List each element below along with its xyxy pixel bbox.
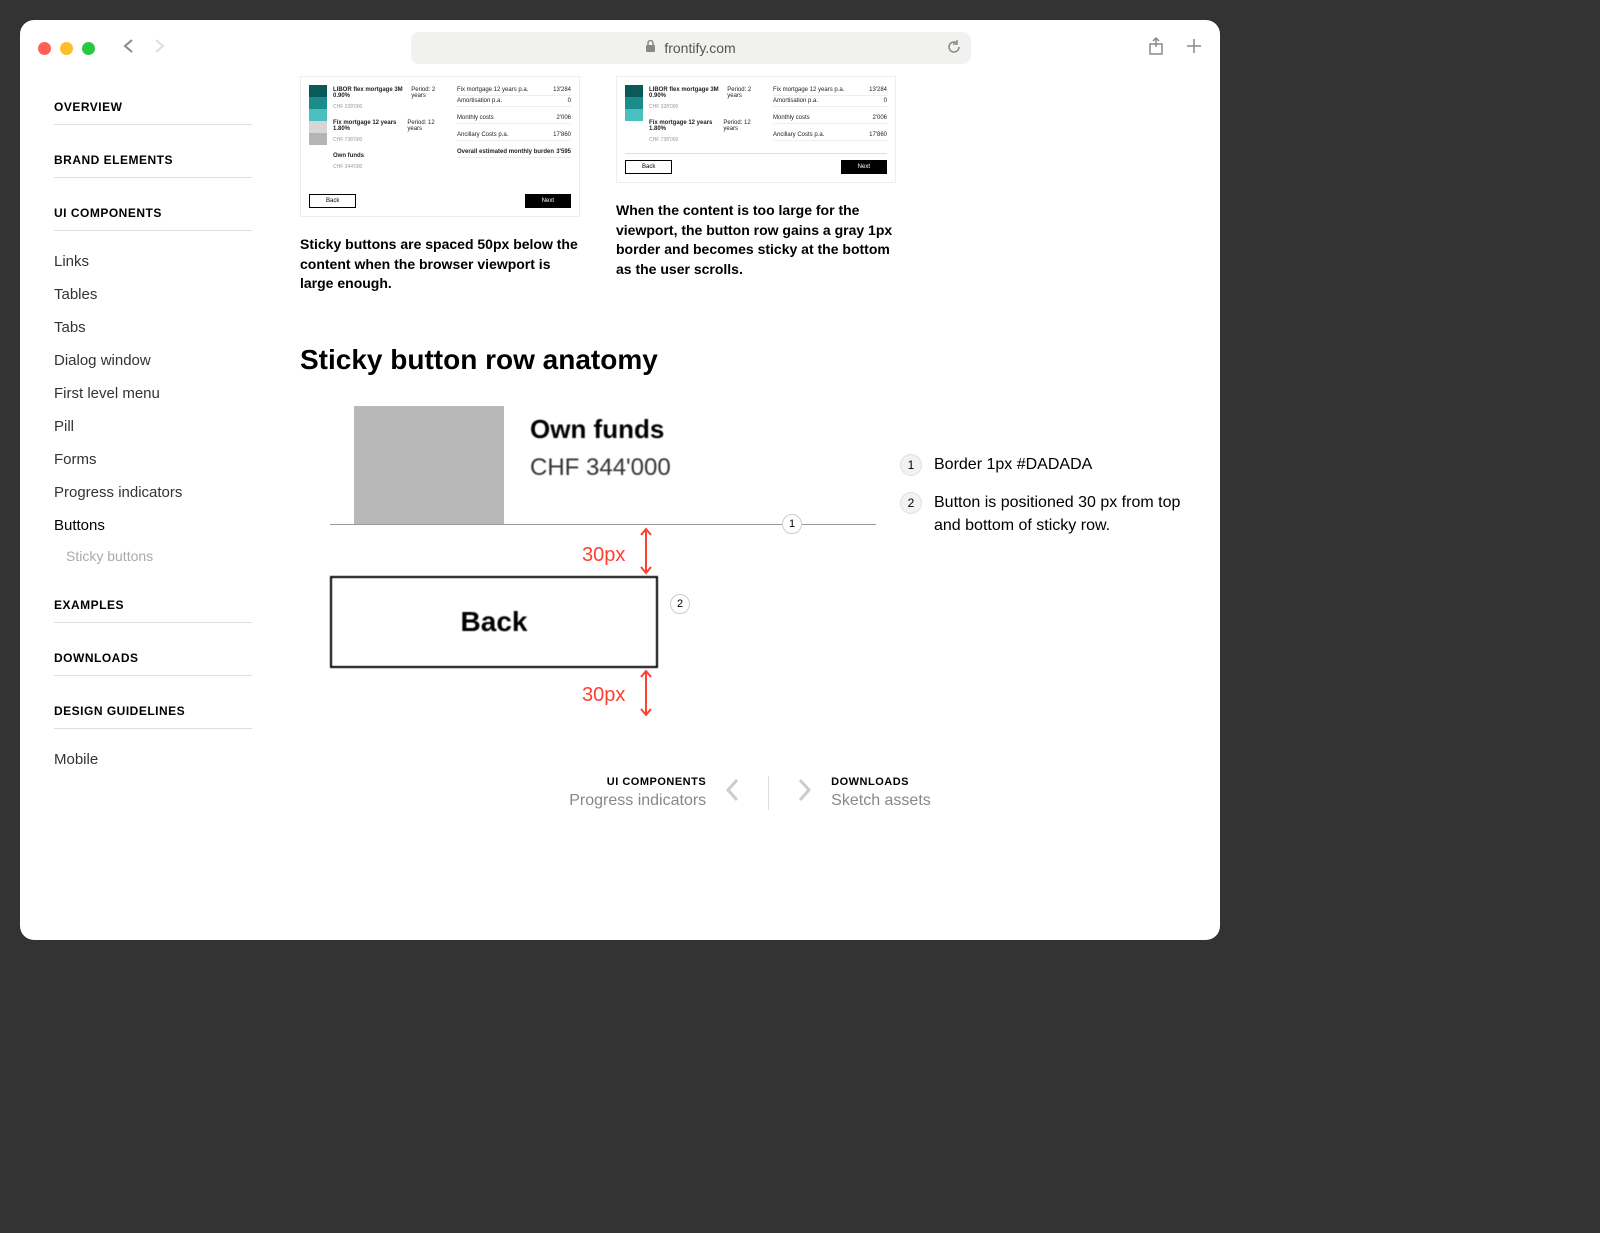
legend-num-2: 2 (900, 492, 922, 514)
row-label: Own funds (333, 153, 364, 159)
row-label: Fix mortgage 12 years 1.80% (333, 120, 407, 132)
example-card-2: LIBOR flex mortgage 3M 0.90%Period: 2 ye… (616, 76, 896, 183)
r-label: Monthly costs (457, 115, 494, 121)
legend-text-1: Border 1px #DADADA (934, 454, 1092, 476)
pager: UI COMPONENTS Progress indicators DOWNLO… (300, 776, 1200, 810)
r-val: 3'595 (556, 149, 571, 155)
legend-text-2: Button is positioned 30 px from top and … (934, 492, 1200, 537)
example-card-1: LIBOR flex mortgage 3M 0.90%Period: 2 ye… (300, 76, 580, 217)
lock-icon (645, 40, 656, 56)
sidebar-section-design-guidelines[interactable]: DESIGN GUIDELINES (54, 704, 252, 729)
traffic-lights (38, 42, 95, 55)
pager-prev[interactable]: UI COMPONENTS Progress indicators (541, 776, 769, 810)
maximize-window-button[interactable] (82, 42, 95, 55)
row-sub: CHF 328'000 (333, 104, 447, 110)
browser-window: frontify.com OVERVIEW BRAND ELEMENTS UI … (20, 20, 1220, 940)
row-meta: Period: 12 years (723, 120, 763, 132)
share-icon[interactable] (1148, 37, 1164, 60)
minimize-window-button[interactable] (60, 42, 73, 55)
row-label: LIBOR flex mortgage 3M 0.90% (333, 87, 411, 99)
row-label: Fix mortgage 12 years 1.80% (649, 120, 723, 132)
legend-num-1: 1 (900, 454, 922, 476)
row-sub: CHF 738'000 (649, 137, 763, 143)
close-window-button[interactable] (38, 42, 51, 55)
sidebar-section-overview[interactable]: OVERVIEW (54, 100, 252, 125)
sidebar-item-tabs[interactable]: Tabs (54, 311, 252, 344)
r-val: 13'284 (869, 87, 887, 93)
anatomy-back-button: Back (330, 576, 658, 668)
back-icon[interactable] (121, 38, 137, 59)
sidebar-item-forms[interactable]: Forms (54, 443, 252, 476)
r-val: 0 (884, 98, 887, 104)
sidebar-item-links[interactable]: Links (54, 245, 252, 278)
grey-block (354, 406, 504, 524)
chevron-right-icon (797, 777, 813, 808)
r-val: 17'860 (869, 132, 887, 138)
browser-chrome: frontify.com (20, 20, 1220, 76)
row-label: LIBOR flex mortgage 3M 0.90% (649, 87, 727, 99)
r-val: 13'284 (553, 87, 571, 93)
r-label: Fix mortgage 12 years p.a. (457, 87, 528, 93)
nav-buttons (121, 38, 167, 59)
own-funds-value: CHF 344'000 (530, 454, 671, 482)
anatomy-diagram: Own funds CHF 344'000 1 30px Back 2 30px (330, 406, 1200, 716)
sidebar-section-brand-elements[interactable]: BRAND ELEMENTS (54, 153, 252, 178)
pager-prev-name: Progress indicators (569, 792, 706, 810)
callout-badge-2: 2 (670, 594, 690, 614)
pager-next[interactable]: DOWNLOADS Sketch assets (769, 776, 959, 810)
r-label: Amortisation p.a. (773, 98, 818, 104)
dimension-bottom: 30px (582, 684, 625, 707)
row-sub: CHF 738'000 (333, 137, 447, 143)
sidebar-section-downloads[interactable]: DOWNLOADS (54, 651, 252, 676)
address-bar[interactable]: frontify.com (411, 32, 971, 64)
examples-row: LIBOR flex mortgage 3M 0.90%Period: 2 ye… (300, 76, 1200, 294)
sidebar-item-tables[interactable]: Tables (54, 278, 252, 311)
dimension-top: 30px (582, 544, 625, 567)
example-caption-1: Sticky buttons are spaced 50px below the… (300, 235, 580, 294)
anatomy-legend: 1 Border 1px #DADADA 2 Button is positione… (900, 454, 1200, 553)
example-next-button: Next (841, 160, 887, 174)
pager-next-name: Sketch assets (831, 792, 931, 810)
callout-badge-1: 1 (782, 514, 802, 534)
r-label: Overall estimated monthly burden (457, 149, 554, 155)
reload-icon[interactable] (947, 40, 961, 57)
sidebar-section-ui-components[interactable]: UI COMPONENTS (54, 206, 252, 231)
example-back-button: Back (309, 194, 356, 208)
r-label: Amortisation p.a. (457, 98, 502, 104)
sidebar-item-progress-indicators[interactable]: Progress indicators (54, 476, 252, 509)
new-tab-icon[interactable] (1186, 38, 1202, 59)
row-sub: CHF 344'000 (333, 164, 447, 170)
row-meta: Period: 12 years (407, 120, 447, 132)
r-val: 17'860 (553, 132, 571, 138)
example-caption-2: When the content is too large for the vi… (616, 201, 896, 279)
content-area: LIBOR flex mortgage 3M 0.90%Period: 2 ye… (270, 76, 1220, 940)
chevron-left-icon (724, 777, 740, 808)
sidebar-item-dialog-window[interactable]: Dialog window (54, 344, 252, 377)
sidebar-subitem-sticky-buttons[interactable]: Sticky buttons (54, 542, 252, 570)
anatomy-title: Sticky button row anatomy (300, 344, 1200, 376)
r-val: 2'006 (873, 115, 888, 121)
url-text: frontify.com (664, 40, 735, 56)
own-funds-label: Own funds (530, 414, 664, 445)
sidebar: OVERVIEW BRAND ELEMENTS UI COMPONENTS Li… (20, 76, 270, 940)
r-val: 2'006 (557, 115, 572, 121)
row-meta: Period: 2 years (727, 87, 763, 99)
r-label: Ancillary Costs p.a. (773, 132, 824, 138)
row-sub: CHF 328'000 (649, 104, 763, 110)
sidebar-item-first-level-menu[interactable]: First level menu (54, 377, 252, 410)
row-meta: Period: 2 years (411, 87, 447, 99)
pager-next-category: DOWNLOADS (831, 776, 931, 788)
sidebar-section-examples[interactable]: EXAMPLES (54, 598, 252, 623)
example-next-button: Next (525, 194, 571, 208)
sidebar-item-mobile[interactable]: Mobile (54, 743, 252, 776)
example-back-button: Back (625, 160, 672, 174)
r-label: Monthly costs (773, 115, 810, 121)
sidebar-item-buttons[interactable]: Buttons (54, 509, 252, 542)
r-label: Ancillary Costs p.a. (457, 132, 508, 138)
forward-icon (151, 38, 167, 59)
r-label: Fix mortgage 12 years p.a. (773, 87, 844, 93)
pager-prev-category: UI COMPONENTS (569, 776, 706, 788)
sidebar-item-pill[interactable]: Pill (54, 410, 252, 443)
r-val: 0 (568, 98, 571, 104)
